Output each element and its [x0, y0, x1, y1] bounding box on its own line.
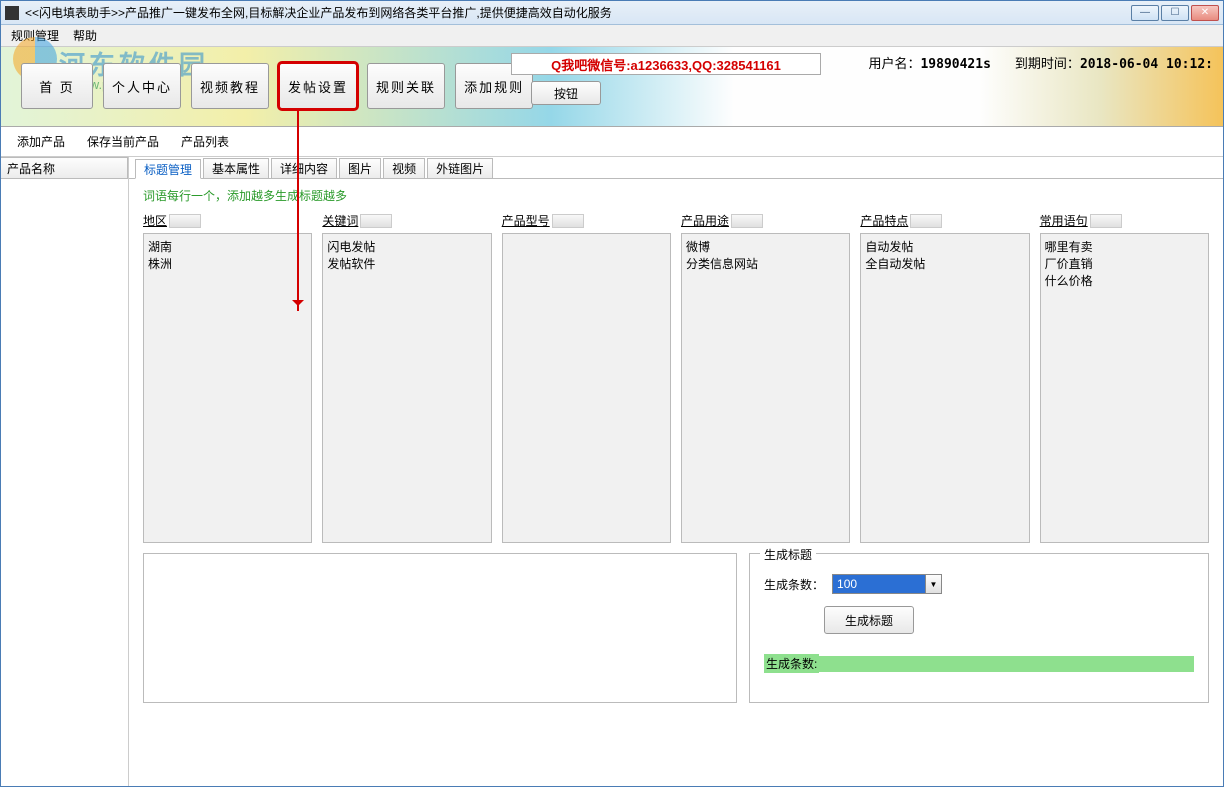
- usage-textarea[interactable]: [681, 233, 850, 543]
- col-hint-icon: [169, 214, 201, 228]
- menubar: 规则管理 帮助: [1, 25, 1223, 47]
- col-usage-label: 产品用途: [681, 212, 729, 229]
- tabstrip: 标题管理 基本属性 详细内容 图片 视频 外链图片: [129, 157, 1223, 179]
- home-button[interactable]: 首 页: [21, 63, 93, 109]
- count-label: 生成条数：: [764, 576, 824, 593]
- tab-basic-attr[interactable]: 基本属性: [203, 158, 269, 178]
- col-hint-icon: [1090, 214, 1122, 228]
- sub-toolbar: 添加产品 保存当前产品 产品列表: [1, 127, 1223, 157]
- col-region-label: 地区: [143, 212, 167, 229]
- tab-title-manage[interactable]: 标题管理: [135, 159, 201, 179]
- window-title: <<闪电填表助手>>产品推广一键发布全网,目标解决企业产品发布到网络各类平台推广…: [25, 4, 1131, 21]
- rule-link-button[interactable]: 规则关联: [367, 63, 445, 109]
- main-panel: 标题管理 基本属性 详细内容 图片 视频 外链图片 词语每行一个，添加越多生成标…: [129, 157, 1223, 786]
- maximize-button[interactable]: ☐: [1161, 5, 1189, 21]
- sidebar: 产品名称: [1, 157, 129, 786]
- model-textarea[interactable]: [502, 233, 671, 543]
- contact-text: Q我吧微信号:a1236633,QQ:328541161: [551, 55, 781, 74]
- col-hint-icon: [360, 214, 392, 228]
- product-list-button[interactable]: 产品列表: [181, 133, 229, 150]
- keyword-textarea[interactable]: [322, 233, 491, 543]
- personal-center-button[interactable]: 个人中心: [103, 63, 181, 109]
- add-product-button[interactable]: 添加产品: [17, 133, 65, 150]
- col-phrase-label: 常用语句: [1040, 212, 1088, 229]
- col-model-label: 产品型号: [502, 212, 550, 229]
- progress-label: 生成条数:: [764, 654, 819, 673]
- col-hint-icon: [552, 214, 584, 228]
- generate-button[interactable]: 生成标题: [824, 606, 914, 634]
- region-textarea[interactable]: [143, 233, 312, 543]
- app-icon: [5, 6, 19, 20]
- hint-text: 词语每行一个，添加越多生成标题越多: [129, 179, 1223, 212]
- tab-detail[interactable]: 详细内容: [271, 158, 337, 178]
- progress-bar: [819, 656, 1194, 672]
- tab-video[interactable]: 视频: [383, 158, 425, 178]
- tab-ext-image[interactable]: 外链图片: [427, 158, 493, 178]
- banner: 河东软件园 www.pc0359.cn 首 页 个人中心 视频教程 发帖设置 规…: [1, 47, 1223, 127]
- save-product-button[interactable]: 保存当前产品: [87, 133, 159, 150]
- contact-box: Q我吧微信号:a1236633,QQ:328541161: [511, 53, 821, 75]
- generate-panel: 生成标题 生成条数： ▼ 生成标题 生成条数:: [749, 553, 1209, 703]
- col-hint-icon: [731, 214, 763, 228]
- expire-display: 到期时间：2018-06-04 10:12:: [1015, 53, 1213, 72]
- generic-button[interactable]: 按钮: [531, 81, 601, 105]
- sidebar-header: 产品名称: [1, 157, 128, 179]
- tab-image[interactable]: 图片: [339, 158, 381, 178]
- count-combo[interactable]: ▼: [832, 574, 942, 594]
- phrase-textarea[interactable]: [1040, 233, 1209, 543]
- count-input[interactable]: [833, 575, 925, 593]
- close-button[interactable]: ✕: [1191, 5, 1219, 21]
- minimize-button[interactable]: —: [1131, 5, 1159, 21]
- result-listbox[interactable]: [143, 553, 737, 703]
- col-keyword-label: 关键词: [322, 212, 358, 229]
- chevron-down-icon[interactable]: ▼: [925, 575, 941, 593]
- menu-help[interactable]: 帮助: [73, 27, 97, 44]
- col-hint-icon: [910, 214, 942, 228]
- annotation-arrow-icon: [297, 111, 299, 311]
- username-display: 用户名：19890421s: [868, 53, 990, 72]
- feature-textarea[interactable]: [860, 233, 1029, 543]
- post-settings-button[interactable]: 发帖设置: [279, 63, 357, 109]
- generate-legend: 生成标题: [760, 546, 816, 563]
- col-feature-label: 产品特点: [860, 212, 908, 229]
- titlebar: <<闪电填表助手>>产品推广一键发布全网,目标解决企业产品发布到网络各类平台推广…: [1, 1, 1223, 25]
- app-window: <<闪电填表助手>>产品推广一键发布全网,目标解决企业产品发布到网络各类平台推广…: [0, 0, 1224, 787]
- video-tutorial-button[interactable]: 视频教程: [191, 63, 269, 109]
